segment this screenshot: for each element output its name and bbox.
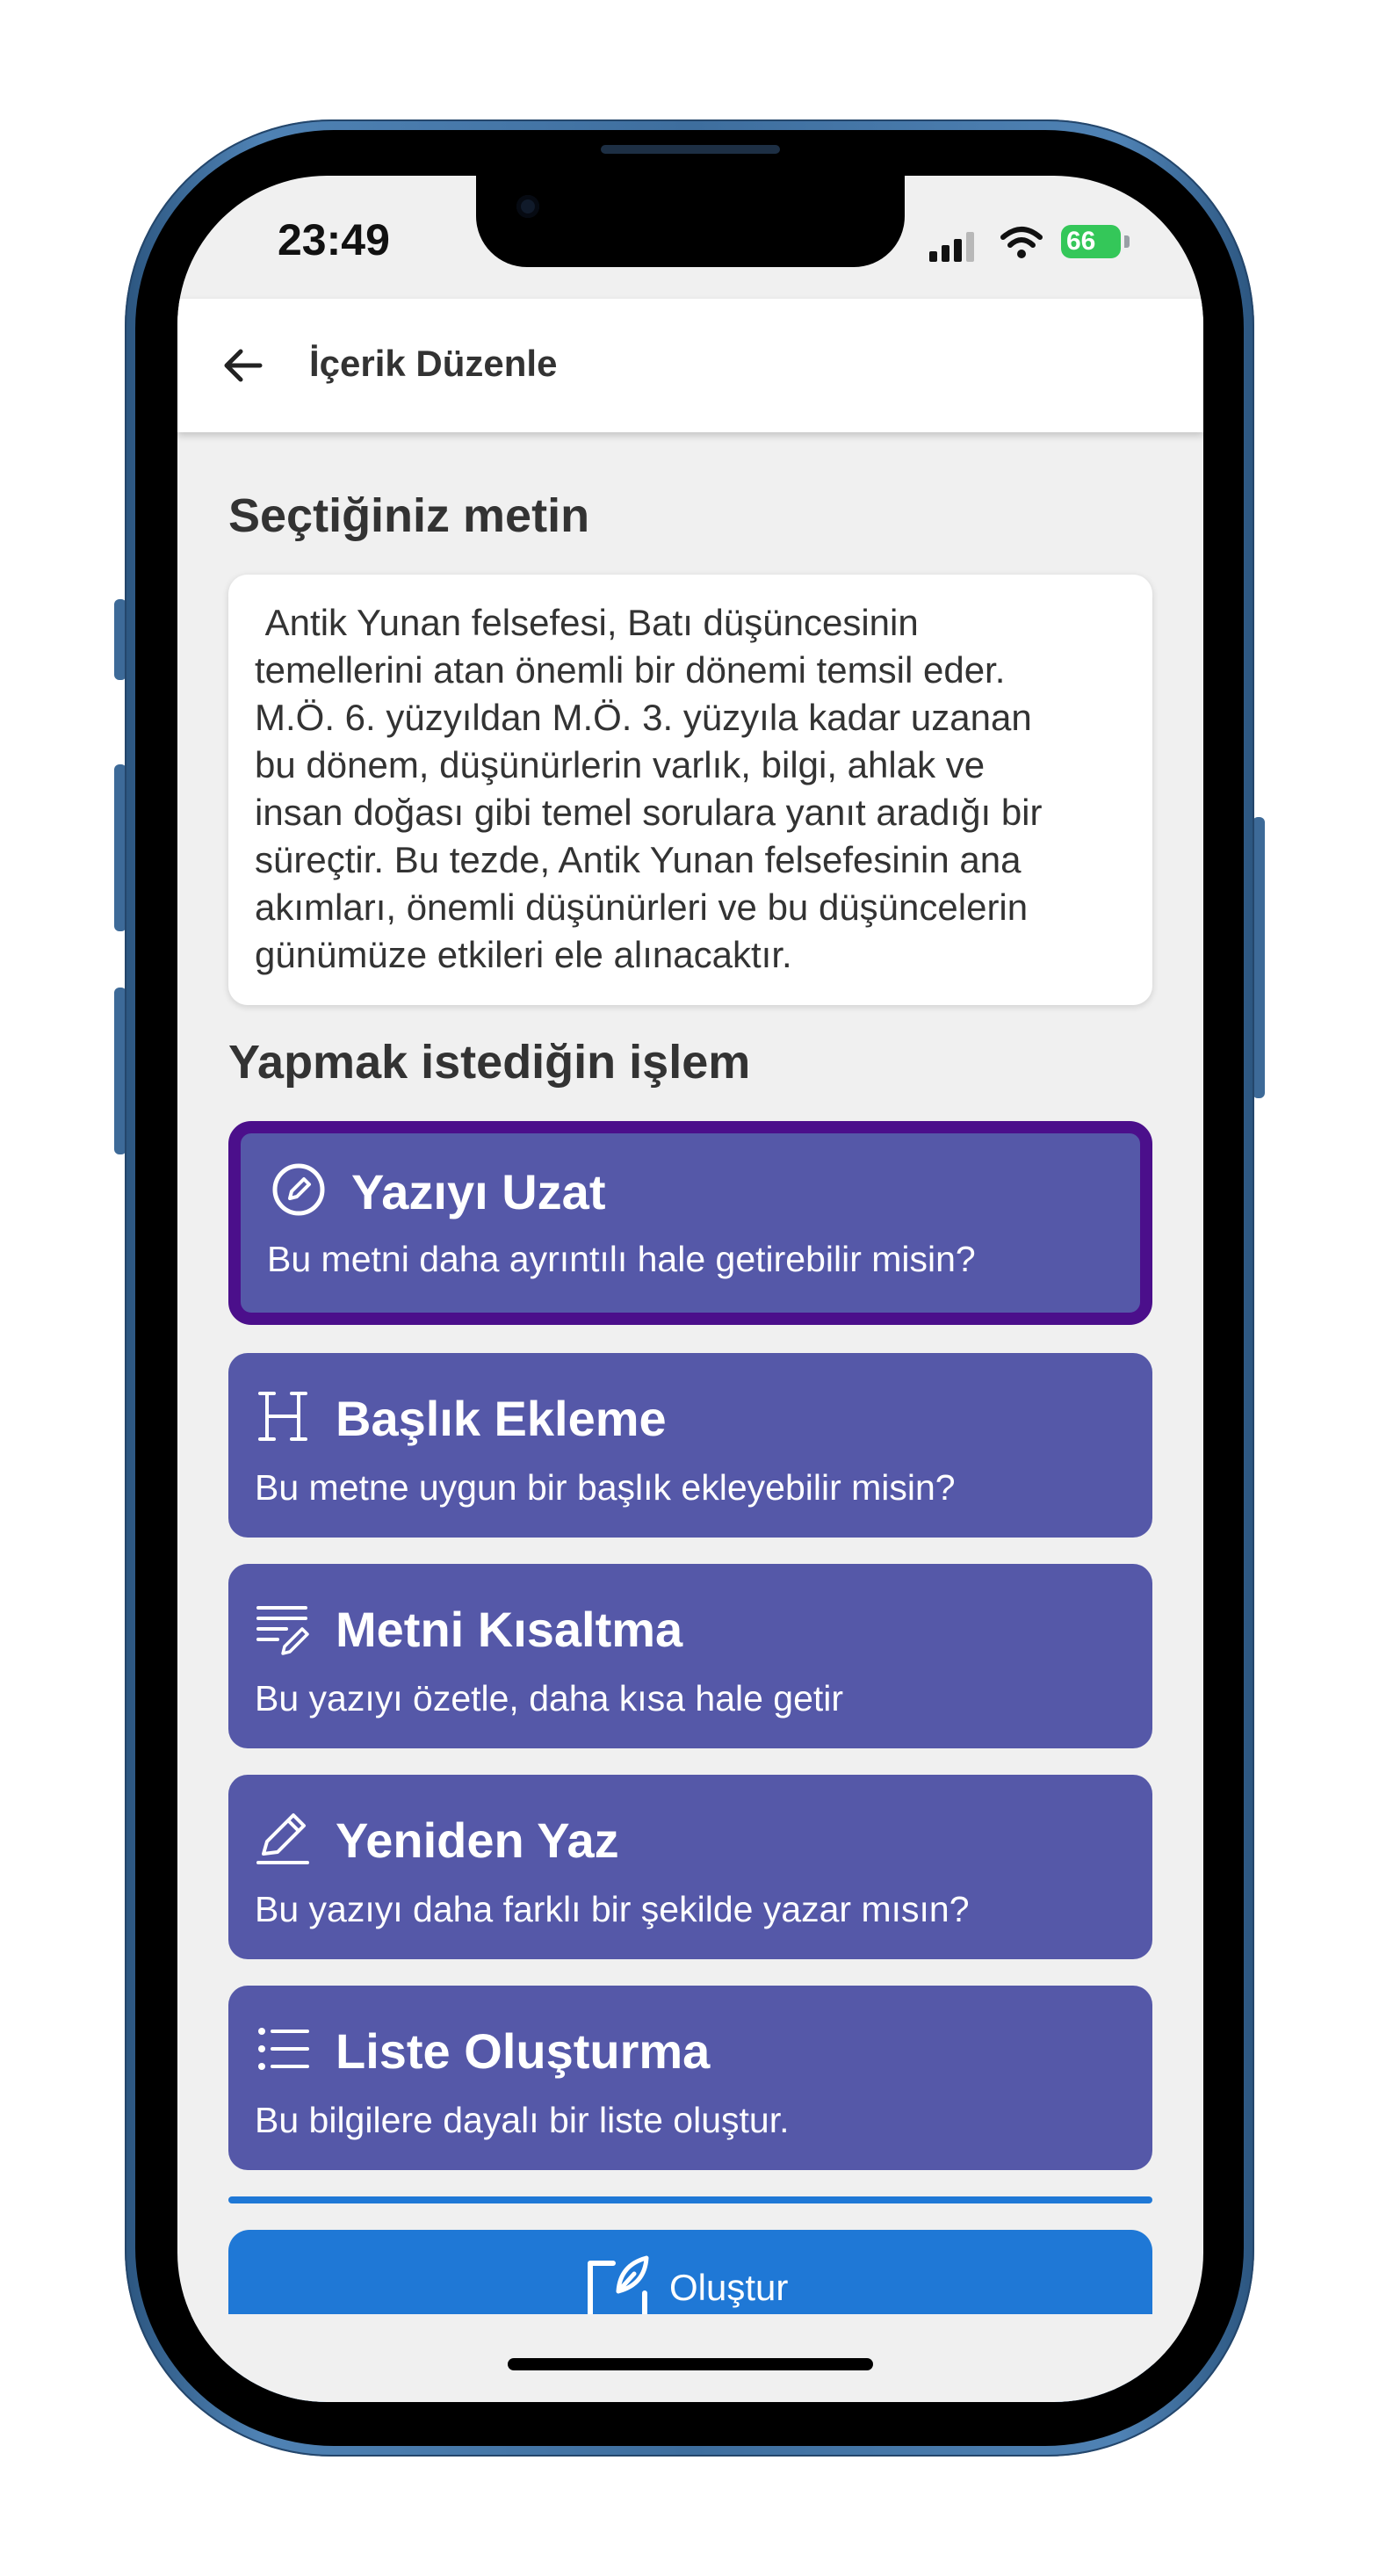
create-edit-icon <box>588 2255 649 2320</box>
power-button <box>1253 817 1265 1098</box>
arrow-left-icon[interactable] <box>221 346 264 385</box>
expand-pen-circle-icon <box>272 1163 325 1216</box>
option-description: Bu metne uygun bir başlık ekleyebilir mi… <box>255 1467 956 1508</box>
selected-text-card: Antik Yunan felsefesi, Batı düşüncesinin… <box>228 575 1152 1005</box>
heading-icon <box>258 1392 307 1441</box>
option-title: Liste Oluşturma <box>336 2023 711 2079</box>
option-description: Bu bilgilere dayalı bir liste oluştur. <box>255 2100 790 2140</box>
cellular-signal-icon <box>929 232 974 262</box>
app-bar: İçerik Düzenle <box>177 299 1203 432</box>
page-title: İçerik Düzenle <box>309 343 558 384</box>
battery-icon: 66 <box>1061 225 1121 258</box>
list-icon <box>258 2028 309 2070</box>
option-title: Başlık Ekleme <box>336 1391 667 1446</box>
home-indicator[interactable] <box>508 2358 873 2370</box>
option-expand-text[interactable]: Yazıyı Uzat Bu metni daha ayrıntılı hale… <box>228 1121 1152 1325</box>
status-time: 23:49 <box>278 215 390 264</box>
option-title: Yeniden Yaz <box>336 1813 619 1868</box>
battery-level: 66 <box>1066 227 1096 256</box>
option-rewrite[interactable]: Yeniden Yaz Bu yazıyı daha farklı bir şe… <box>228 1775 1152 1959</box>
option-description: Bu metni daha ayrıntılı hale getirebilir… <box>267 1239 976 1279</box>
wifi-icon <box>1000 227 1043 258</box>
front-camera <box>516 195 539 218</box>
text-shorten-icon <box>256 1606 309 1655</box>
option-title: Metni Kısaltma <box>336 1602 683 1657</box>
pencil-icon <box>256 1813 309 1864</box>
battery-tip <box>1124 235 1130 248</box>
create-button-label: Oluştur <box>669 2267 789 2308</box>
option-description: Bu yazıyı özetle, daha kısa hale getir <box>255 1678 844 1719</box>
option-description: Bu yazıyı daha farklı bir şekilde yazar … <box>255 1889 970 1929</box>
notch <box>476 176 905 267</box>
actions-heading: Yapmak istediğin işlem <box>228 1036 751 1089</box>
divider <box>228 2196 1152 2203</box>
option-add-heading[interactable]: Başlık Ekleme Bu metne uygun bir başlık … <box>228 1353 1152 1538</box>
selected-text-heading: Seçtiğiniz metin <box>228 489 590 542</box>
option-shorten-text[interactable]: Metni Kısaltma Bu yazıyı özetle, daha kı… <box>228 1564 1152 1748</box>
speaker-slot <box>601 145 780 154</box>
option-title: Yazıyı Uzat <box>351 1164 606 1219</box>
option-create-list[interactable]: Liste Oluşturma Bu bilgilere dayalı bir … <box>228 1986 1152 2170</box>
selected-text-body: Antik Yunan felsefesi, Batı düşüncesinin… <box>255 602 1043 975</box>
phone-screen: 23:49 66 İçerik Düzenle Seçtiğiniz metin… <box>177 176 1203 2402</box>
